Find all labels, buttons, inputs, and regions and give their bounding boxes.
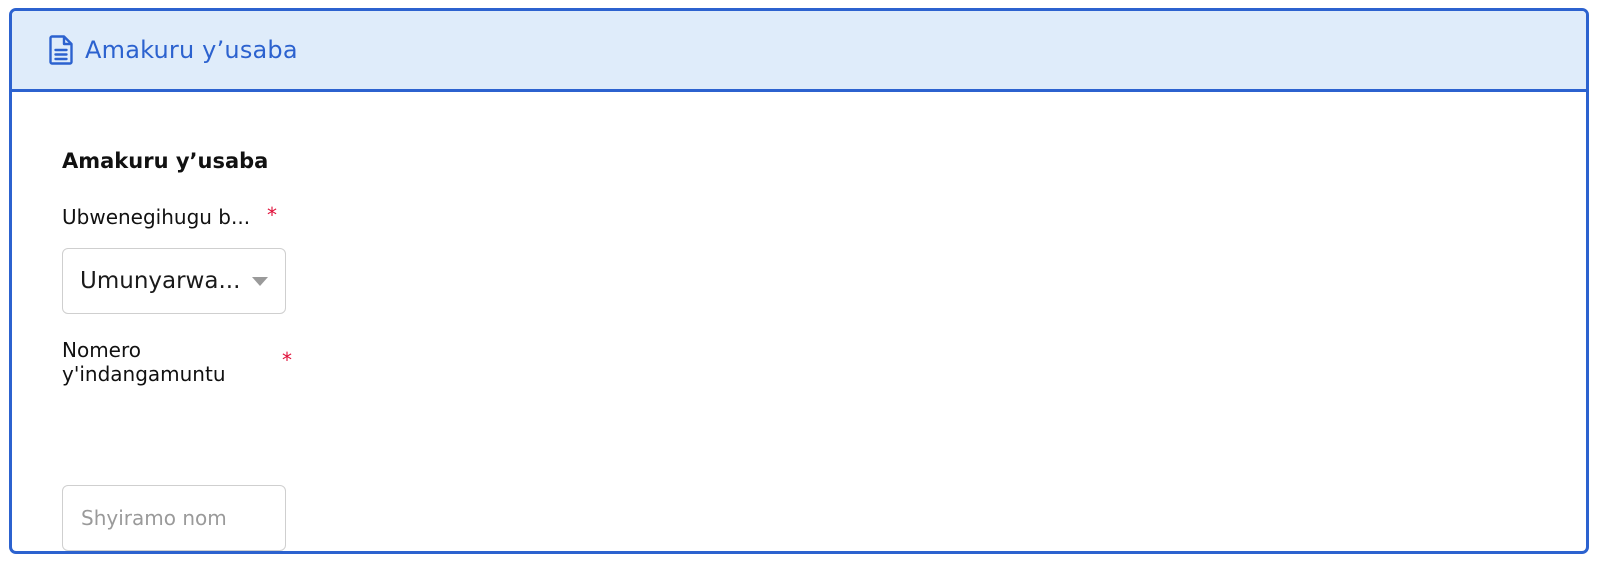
card-header: Amakuru y’usaba xyxy=(12,11,1586,92)
document-icon xyxy=(49,34,73,66)
nationality-select-value: Umunyarwa... xyxy=(80,268,240,294)
nationality-label-text: Ubwenegihugu b... xyxy=(62,205,251,229)
id-number-label-line1: Nomero xyxy=(62,338,142,362)
nationality-label: Ubwenegihugu b... xyxy=(62,205,252,229)
section-title: Amakuru y’usaba xyxy=(62,149,269,173)
id-number-label-line2: y'indangamuntu xyxy=(62,362,226,386)
applicant-info-card: Amakuru y’usaba Amakuru y’usaba Ubwenegi… xyxy=(9,8,1589,554)
required-marker: * xyxy=(267,203,277,227)
card-title: Amakuru y’usaba xyxy=(85,36,298,64)
chevron-down-icon xyxy=(252,277,268,286)
nationality-select[interactable]: Umunyarwa... xyxy=(62,248,286,314)
required-marker: * xyxy=(282,348,292,372)
id-number-label: Nomero y'indangamuntu xyxy=(62,338,252,386)
id-number-input[interactable] xyxy=(62,485,286,551)
